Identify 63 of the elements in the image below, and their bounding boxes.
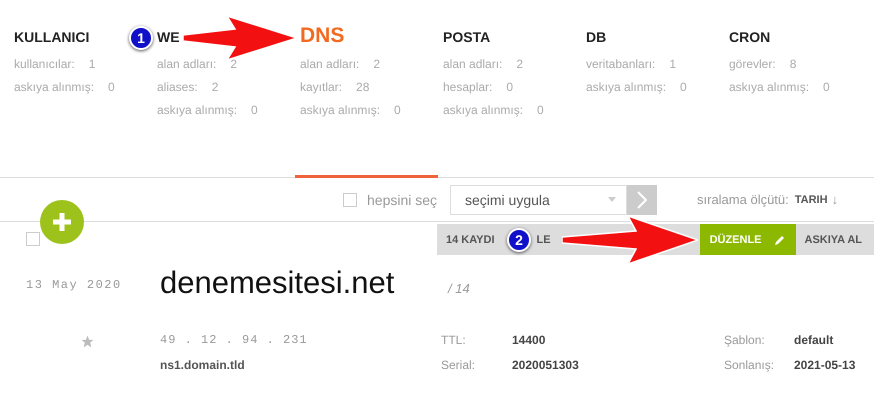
stat-label: askıya alınmış: [300,102,380,119]
apply-button[interactable] [627,184,657,214]
field-value: 2020051303 [512,358,580,372]
stat-value: 2 [373,56,380,73]
sort-label: sıralama ölçütü: [697,192,789,207]
field-value: 2021-05-13 [794,358,856,372]
field-label: Serial: [441,358,476,372]
stat-label: görevler: [729,56,776,73]
field-value: default [794,332,834,346]
field-value: 14400 [512,332,546,346]
stat-label: askıya alınmış: [586,79,666,96]
stat-label: askıya alınmış: [729,79,810,96]
sort-value[interactable]: TARIH [794,194,828,206]
stat-label: alan adları: [300,56,360,73]
star-icon[interactable] [81,335,94,348]
stat-value: 0 [251,102,258,119]
stat-label: veritabanları: [586,56,656,73]
stat-value: 8 [790,56,796,73]
stat-value: 2 [230,56,238,73]
stat-value: 1 [669,56,676,73]
stats-tab[interactable]: CRON [729,25,770,51]
stat-label: askıya alınmış: [157,102,238,119]
stat-value: 0 [537,102,544,119]
stat-value: 2 [516,56,524,73]
select-all-checkbox[interactable] [343,192,357,206]
stat-label: alan adları: [443,56,502,73]
stat-value: 0 [823,79,830,96]
stats-tab[interactable]: DB [586,25,606,51]
stat-label: alan adları: [157,56,216,73]
domain-name: denemesitesi.net [160,265,396,301]
stat-label: kayıtlar: [300,79,342,96]
field-label: Sonlanış: [724,358,776,372]
add-button[interactable] [40,200,84,244]
stat-label: askıya alınmış: [443,102,524,119]
stats-tab[interactable]: WE [157,25,180,51]
stat-value: 2 [212,79,218,96]
row-checkbox[interactable] [26,232,40,246]
stat-label: askıya alınmış: [14,79,94,96]
stat-label: aliases: [157,79,198,96]
plus-icon [53,213,71,231]
stats-tab[interactable]: KULLANICI [14,25,90,51]
select-all-label: hepsini seç [367,192,438,208]
field-label: Şablon: [724,332,766,346]
caret-icon [608,197,616,202]
pencil-icon [774,234,786,246]
chevron-right-icon [637,190,647,208]
ip-address: 49 . 12 . 94 . 231 [160,332,309,346]
field-label: TTL: [441,332,467,346]
nameserver: ns1.domain.tld [160,358,246,372]
stat-value: 28 [356,79,370,96]
stat-value: 0 [506,79,514,96]
action-button[interactable]: ASKIYA AL [796,224,872,255]
stat-label: kullanıcılar: [14,56,75,73]
stat-value: 1 [88,56,96,73]
stat-value: 0 [394,102,401,119]
stat-label: hesaplar: [443,79,492,96]
record-count: / 14 [448,281,470,296]
record-date: 13 May 2020 [26,278,123,292]
step-badge: 1 [129,26,153,50]
stat-value: 0 [680,79,687,96]
action-select[interactable]: seçimi uygula [450,184,627,214]
stats-tab[interactable]: POSTA [443,25,490,51]
stat-value: 0 [108,79,115,96]
